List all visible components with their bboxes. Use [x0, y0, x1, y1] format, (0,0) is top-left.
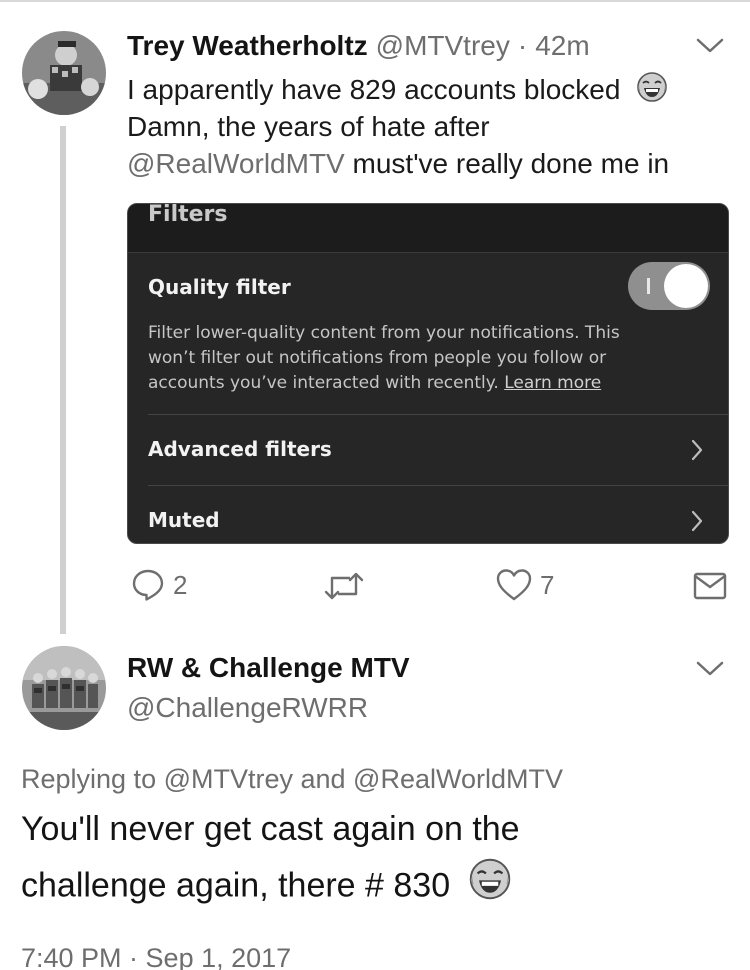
description-line: accounts you’ve interacted with recently… [148, 371, 688, 396]
reply-author-name[interactable]: RW & Challenge MTV [127, 652, 410, 684]
reply-author-handle[interactable]: @ChallengeRWRR [127, 692, 368, 724]
tweet-text-line-2: Damn, the years of hate after [127, 111, 490, 142]
dm-action[interactable] [693, 571, 727, 601]
chevron-right-icon[interactable] [690, 438, 704, 462]
like-action[interactable]: 7 [496, 568, 554, 602]
advanced-filters-label[interactable]: Advanced filters [148, 437, 332, 461]
like-count: 7 [540, 569, 555, 600]
tweet-text-line-3: @RealWorldMTV must've really done me in [127, 145, 669, 182]
reply-text-line-1: You'll never get cast again on the [21, 810, 520, 848]
description-text: accounts you’ve interacted with recently… [148, 373, 499, 393]
tweet-time[interactable]: 42m [535, 30, 589, 62]
card-header: Filters [128, 204, 728, 253]
learn-more-link[interactable]: Learn more [504, 373, 601, 393]
card-title: Filters [148, 203, 228, 227]
tweet-menu-chevron-icon[interactable] [695, 36, 725, 56]
quality-filter-toggle[interactable] [628, 262, 710, 310]
reply-action[interactable]: 2 [131, 568, 187, 602]
card-divider [148, 485, 728, 486]
toggle-on-mark [647, 278, 650, 294]
embedded-screenshot-card[interactable]: Filters Quality filter Filter lower-qual… [127, 203, 729, 544]
muted-label[interactable]: Muted [148, 508, 220, 532]
toggle-knob [664, 264, 708, 308]
chevron-right-icon[interactable] [690, 509, 704, 533]
author-handle[interactable]: @MTVtrey [376, 30, 510, 62]
tweet-text-segment: must've really done me in [352, 148, 670, 179]
tweet-text-line-1: I apparently have 829 accounts blocked [127, 71, 668, 112]
reply-text-line-2: challenge again, there # 830 [21, 857, 512, 918]
reply-text-segment: challenge again, there # 830 [21, 866, 451, 905]
reply-timestamp[interactable]: 7:40 PM · Sep 1, 2017 [21, 943, 291, 970]
quality-filter-label: Quality filter [148, 275, 291, 299]
author-avatar[interactable] [22, 31, 106, 115]
thread-connector [60, 126, 66, 634]
description-line: won’t filter out notifications from peop… [148, 348, 607, 368]
meta-separator: · [517, 30, 528, 61]
card-divider [148, 414, 728, 415]
mail-icon [693, 572, 727, 600]
face-with-tears-of-joy-icon [468, 857, 512, 918]
reply-icon [132, 569, 164, 601]
retweet-action[interactable] [324, 570, 364, 602]
face-with-tears-of-joy-icon [636, 71, 668, 112]
retweet-icon [324, 572, 364, 600]
reply-count: 2 [173, 569, 188, 600]
tweet-text-segment: I apparently have 829 accounts blocked [127, 74, 621, 105]
description-line: Filter lower-quality content from your n… [148, 323, 620, 343]
quality-filter-description: Filter lower-quality content from your n… [148, 321, 688, 396]
replying-to-text[interactable]: Replying to @MTVtrey and @RealWorldMTV [21, 764, 563, 795]
reply-menu-chevron-icon[interactable] [695, 659, 725, 679]
heart-icon [496, 569, 532, 601]
author-name[interactable]: Trey Weatherholtz [127, 30, 368, 62]
tweet-header: Trey Weatherholtz @MTVtrey · 42m [127, 30, 590, 62]
reply-author-avatar[interactable] [22, 646, 106, 730]
mention-link[interactable]: @RealWorldMTV [127, 148, 345, 179]
top-divider [0, 0, 750, 2]
